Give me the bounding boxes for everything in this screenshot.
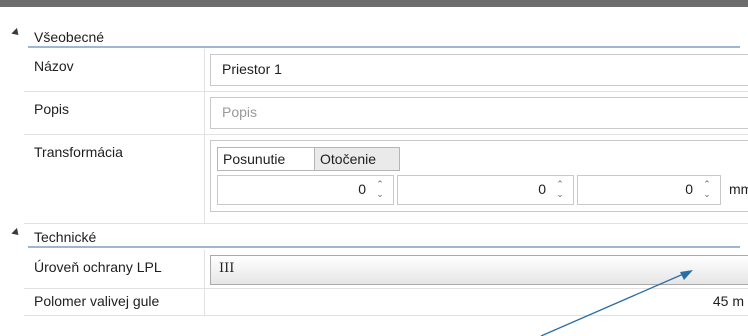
lpl-dropdown[interactable]: III (210, 255, 748, 285)
transform-label: Transformácia (34, 144, 123, 160)
radius-label: Polomer valivej gule (34, 293, 160, 309)
offset-z-stepper[interactable]: 0 ⌃ ⌄ (577, 175, 721, 205)
section-general-title: Všeobecné (34, 29, 105, 45)
section-general-header[interactable]: Všeobecné (0, 26, 748, 48)
offset-x-stepper[interactable]: 0 ⌃ ⌄ (217, 175, 394, 205)
property-row-name: Názov Priestor 1 (24, 49, 748, 92)
name-label: Názov (34, 58, 74, 74)
column-divider (204, 289, 205, 315)
property-row-radius: Polomer valivej gule 45 m (24, 289, 748, 316)
lpl-label: Úroveň ochrany LPL (34, 259, 162, 275)
unit-label: mm (729, 181, 748, 197)
lpl-dropdown-value: III (219, 261, 235, 276)
section-technical-header[interactable]: Technické (0, 226, 748, 248)
section-underline (28, 46, 740, 48)
name-field[interactable]: Priestor 1 (210, 54, 748, 86)
section-underline (28, 246, 740, 248)
tab-otocenie[interactable]: Otočenie (314, 147, 400, 171)
description-field-placeholder: Popis (222, 104, 258, 120)
description-label: Popis (34, 101, 70, 117)
top-separator (0, 0, 748, 7)
transform-tab-panel: Posunutie Otočenie 0 ⌃ ⌄ 0 ⌃ ⌄ 0 ⌃ ⌄ mm (210, 140, 748, 212)
spin-arrows-icon[interactable]: ⌃ ⌄ (555, 179, 565, 199)
name-field-value: Priestor 1 (222, 61, 282, 77)
offset-z-value: 0 (685, 181, 693, 197)
column-divider (204, 92, 205, 134)
radius-value: 45 m (712, 293, 744, 309)
offset-y-stepper[interactable]: 0 ⌃ ⌄ (397, 175, 574, 205)
column-divider (204, 49, 205, 91)
section-technical-title: Technické (34, 229, 97, 245)
column-divider (204, 250, 205, 288)
collapse-triangle-icon[interactable] (11, 227, 22, 238)
property-row-description: Popis Popis (24, 92, 748, 135)
offset-y-value: 0 (538, 181, 546, 197)
description-field[interactable]: Popis (210, 97, 748, 129)
offset-x-value: 0 (358, 181, 366, 197)
spin-arrows-icon[interactable]: ⌃ ⌄ (702, 179, 712, 199)
property-row-transform: Transformácia Posunutie Otočenie 0 ⌃ ⌄ 0 … (24, 135, 748, 224)
tab-posunutie[interactable]: Posunutie (217, 147, 315, 171)
collapse-triangle-icon[interactable] (11, 27, 22, 38)
column-divider (204, 135, 205, 223)
spin-arrows-icon[interactable]: ⌃ ⌄ (375, 179, 385, 199)
property-row-lpl: Úroveň ochrany LPL III (24, 250, 748, 289)
